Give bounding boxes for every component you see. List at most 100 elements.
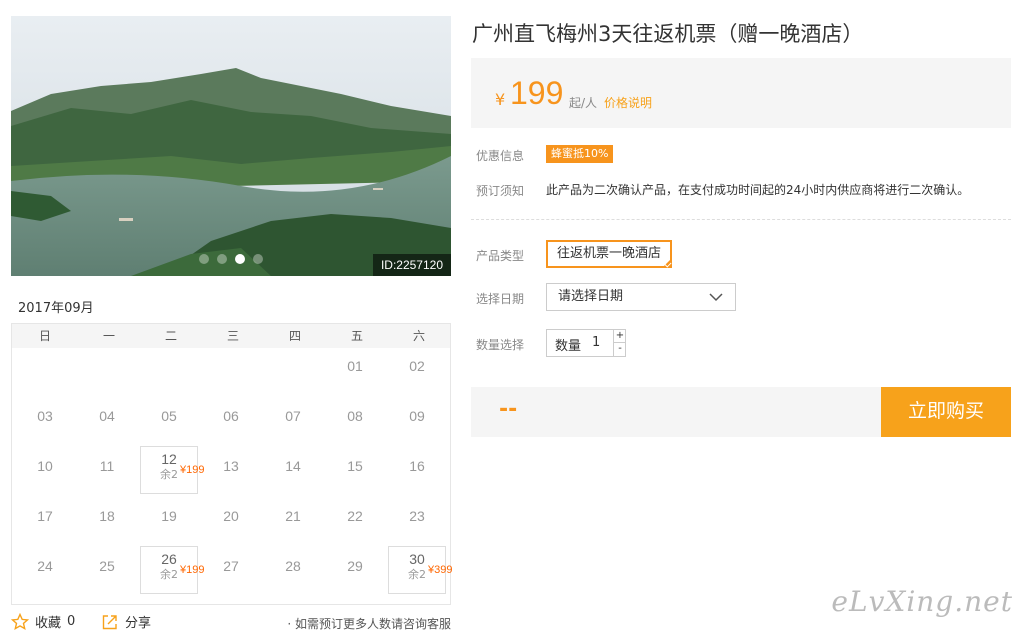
product-type-option-selected[interactable]: 往返机票一晚酒店: [546, 240, 673, 268]
calendar-day: [16, 348, 74, 396]
price-calendar: 日 一 二 三 四 五 六 01 02 03 04 05 06 07 08 09 10 11 12 ¥1…: [11, 324, 452, 605]
calendar-day: 22: [326, 498, 384, 546]
calendar-day: 25: [78, 548, 136, 596]
quantity-label: 数量选择: [476, 338, 525, 352]
calendar-day-number: 27: [223, 558, 239, 574]
calendar-day: 02: [388, 348, 446, 396]
favorite-button[interactable]: 收藏 0: [11, 612, 75, 631]
selected-check-icon: [662, 258, 673, 268]
promo-badge: 蜂蜜抵10%: [546, 145, 614, 163]
calendar-week-row: 01 02: [12, 348, 450, 398]
calendar-day: 27: [202, 548, 260, 596]
carousel-dot-active[interactable]: [235, 254, 245, 264]
calendar-day: 16: [388, 448, 446, 496]
price-explanation-link[interactable]: 价格说明: [604, 94, 652, 111]
favorite-count: 0: [67, 614, 76, 629]
weekday-label: 一: [102, 329, 115, 343]
calendar-day-number: 10: [37, 458, 53, 474]
site-watermark: eLvXing.net: [831, 585, 1013, 618]
calendar-day: 29: [326, 548, 384, 596]
lake-landscape-photo: [11, 16, 451, 276]
calendar-week-row: 10 11 12 ¥199 余2 13 14 15 16: [12, 446, 450, 498]
calendar-day-number: 04: [99, 408, 115, 424]
price-unit: 起/人: [569, 96, 598, 110]
quantity-stepper: 数量 1 + -: [546, 329, 626, 357]
calendar-day-number: 13: [223, 458, 239, 474]
calendar-day: 08: [326, 398, 384, 446]
calendar-day: [78, 348, 136, 396]
weekday-label: 六: [412, 329, 425, 343]
calendar-day-number: 05: [161, 408, 177, 424]
calendar-day-number: 18: [99, 508, 115, 524]
share-actions: 收藏 0 分享 · 如需预订更多人数请咨询客服: [11, 612, 451, 634]
weekday-label: 四: [288, 329, 301, 343]
calendar-day-number: 29: [347, 558, 363, 574]
calendar-day-number: 14: [285, 458, 301, 474]
favorite-label: 收藏: [35, 616, 62, 631]
calendar-day-number: 24: [37, 558, 53, 574]
calendar-day: 01: [326, 348, 384, 396]
product-price: 199: [510, 75, 564, 111]
calendar-day: 19: [140, 498, 198, 546]
calendar-day-number: 23: [409, 508, 425, 524]
calendar-day-number: 01: [347, 358, 363, 374]
share-button[interactable]: 分享: [101, 612, 151, 631]
calendar-day-number: 20: [223, 508, 239, 524]
image-id-label: ID:2257120: [372, 254, 451, 276]
calendar-day: 24: [16, 548, 74, 596]
currency-symbol: ¥: [495, 90, 506, 109]
product-page: ID:2257120 2017年09月 日 一 二 三 四 五 六 01 02 03…: [0, 0, 1023, 636]
calendar-grid: 01 02 03 04 05 06 07 08 09 10 11 12 ¥199 余2 13 14 15 16 17…: [12, 348, 452, 598]
weekday-label: 二: [164, 329, 177, 343]
calendar-day-number: 19: [161, 508, 177, 524]
calendar-day-number: 03: [37, 408, 53, 424]
calendar-day-available[interactable]: 26 ¥199 余2: [140, 546, 204, 594]
product-title: 广州直飞梅州3天往返机票（赠一晚酒店）: [472, 22, 864, 46]
calendar-day: 09: [388, 398, 446, 446]
calendar-month-tab[interactable]: 2017年09月: [11, 294, 101, 325]
carousel-dot[interactable]: [253, 254, 263, 264]
calendar-day-number: 11: [99, 458, 115, 474]
calendar-day-number: 02: [409, 358, 425, 374]
product-type-value: 往返机票一晚酒店: [557, 246, 662, 261]
calendar-day: 13: [202, 448, 260, 496]
calendar-day: 07: [264, 398, 322, 446]
product-image-gallery[interactable]: ID:2257120: [11, 16, 451, 276]
calendar-day-available[interactable]: 12 ¥199 余2: [140, 446, 204, 494]
date-select-value: 请选择日期: [558, 289, 624, 304]
product-type-label: 产品类型: [476, 249, 525, 263]
star-icon: [11, 612, 29, 630]
customer-service-note: · 如需预订更多人数请咨询客服: [287, 617, 451, 631]
carousel-dot[interactable]: [217, 254, 227, 264]
chevron-down-icon: [709, 293, 723, 302]
calendar-day: 18: [78, 498, 136, 546]
quantity-value[interactable]: 1: [592, 335, 600, 350]
calendar-day-number: 08: [347, 408, 363, 424]
buy-now-button[interactable]: 立即购买: [881, 387, 1011, 437]
quantity-decrease-button[interactable]: -: [613, 343, 626, 356]
calendar-day: 04: [78, 398, 136, 446]
calendar-day-number: 16: [409, 458, 425, 474]
calendar-week-row: 17 18 19 20 21 22 23: [12, 498, 450, 548]
date-select[interactable]: 请选择日期: [546, 283, 736, 311]
calendar-day-number: 28: [285, 558, 301, 574]
calendar-day: 15: [326, 448, 384, 496]
price-box: ¥ 199 起/人 价格说明: [471, 58, 1011, 128]
quantity-increase-button[interactable]: +: [613, 330, 626, 343]
calendar-day: 11: [78, 448, 136, 496]
calendar-day-price: ¥399: [428, 564, 453, 576]
calendar-day: 14: [264, 448, 322, 496]
calendar-day: 23: [388, 498, 446, 546]
calendar-day: [140, 348, 198, 396]
share-icon: [102, 614, 117, 629]
calendar-day-number: 22: [347, 508, 363, 524]
calendar-day: 20: [202, 498, 260, 546]
calendar-day: 21: [264, 498, 322, 546]
calendar-day-available[interactable]: 30 ¥399 余2: [388, 546, 452, 594]
date-label: 选择日期: [476, 292, 525, 306]
calendar-day: [264, 348, 322, 396]
carousel-dot[interactable]: [199, 254, 209, 264]
share-label: 分享: [125, 616, 152, 631]
purchase-bar: -- 立即购买: [471, 387, 1011, 437]
calendar-day-number: 15: [347, 458, 363, 474]
